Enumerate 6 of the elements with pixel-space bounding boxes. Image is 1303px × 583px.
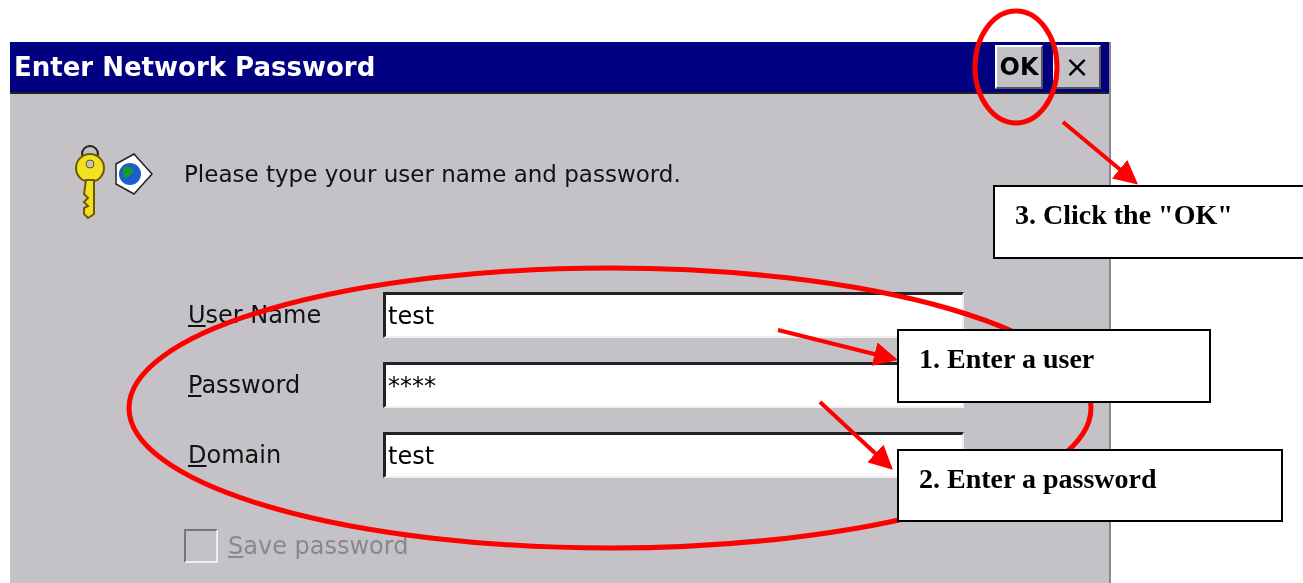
field-label: Domain xyxy=(188,440,282,471)
prompt-text: Please type your user name and password. xyxy=(184,159,681,189)
field-label: Password xyxy=(188,370,301,401)
checkbox-label: Save password xyxy=(228,531,409,562)
window-title: Enter Network Password xyxy=(14,54,376,80)
callout-text: 3. Click the "OK" xyxy=(1015,199,1233,230)
